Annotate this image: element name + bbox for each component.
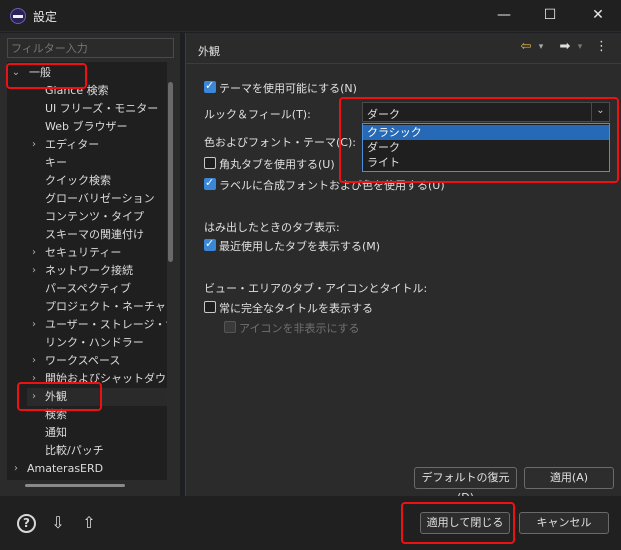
show-recent-tabs-label[interactable]: 最近使用したタブを表示する(M) [219,238,380,254]
show-recent-tabs-checkbox[interactable] [204,237,216,251]
show-full-title-checkbox[interactable] [204,301,216,313]
label-font-color-label[interactable]: ラベルに合成フォントおよび色を使用する(U) [219,177,445,193]
back-arrow-icon[interactable]: ⇦ [518,39,534,57]
enable-theme-label[interactable]: テーマを使用可能にする(N) [219,80,357,96]
chevron-right-icon[interactable]: › [29,388,39,406]
tree-item-security[interactable]: › セキュリティー [27,244,167,262]
window-title: 設定 [33,10,58,24]
filter-input[interactable] [7,38,174,58]
tree-item-label: ユーザー・ストレージ・サー [45,318,167,331]
rounded-tabs-label[interactable]: 角丸タブを使用する(U) [219,156,335,172]
tree-item-perspectives[interactable]: パースペクティブ [45,280,131,298]
tree-item-glance-search[interactable]: Glance 検索 [45,82,109,100]
header-separator [186,63,621,64]
help-icon[interactable]: ? [17,514,36,533]
minimize-button[interactable]: — [481,0,527,32]
tree-item-ui-freeze-monitor[interactable]: UI フリーズ・モニター [45,100,158,118]
enable-theme-checkbox[interactable] [204,79,216,93]
apply-and-close-button[interactable]: 適用して閉じる [420,512,510,534]
tree-item-project-natures[interactable]: プロジェクト・ネーチャー [45,298,167,316]
tree-item-search[interactable]: 検索 [45,406,67,424]
tree-item-schema-associations[interactable]: スキーマの関連付け [45,226,144,244]
appearance-page: 外観 ⇦ ▾ ➡ ▾ ⋮ テーマを使用可能にする(N) ルック＆フィール(T):… [186,33,621,504]
tree-item-label: 一般 [29,66,51,79]
restore-defaults-button[interactable]: デフォルトの復元(D) [414,467,517,504]
close-button[interactable]: ✕ [575,0,621,32]
tree-item-label: エディター [45,138,100,151]
option-light[interactable]: ライト [363,155,609,170]
hide-icons-checkbox [224,321,236,333]
apply-button[interactable]: 適用(A) [524,467,614,489]
chevron-right-icon[interactable]: › [29,136,39,154]
look-and-feel-select[interactable]: ダーク ⌄ [362,102,610,122]
maximize-button[interactable]: ☐ [527,0,573,32]
tree-vertical-scrollbar[interactable] [167,62,174,480]
dialog-button-bar: ? ⇩ ⇧ 適用して閉じる キャンセル [0,496,621,550]
tree-item-label: 開始およびシャットダウン [45,372,167,385]
forward-arrow-icon[interactable]: ➡ [557,39,573,57]
tree-item-startup-shutdown[interactable]: › 開始およびシャットダウン [27,370,167,388]
option-dark[interactable]: ダーク [363,140,609,155]
scrollbar-thumb[interactable] [168,82,173,262]
tree-item-compare-patch[interactable]: 比較/パッチ [45,442,104,460]
label-font-color-checkbox[interactable] [204,176,216,190]
look-and-feel-dropdown-list: クラシック ダーク ライト [362,123,610,172]
eclipse-app-icon [10,8,26,24]
option-classic[interactable]: クラシック [363,125,609,140]
tab-overflow-heading: はみ出したときのタブ表示: [204,221,340,234]
back-history-dropdown-icon[interactable]: ▾ [536,42,546,60]
tree-item-editor[interactable]: › エディター [27,136,167,154]
import-preferences-icon[interactable]: ⇩ [47,513,69,533]
tree-item-label: AmaterasERD [27,462,104,475]
tree-item-workspace[interactable]: › ワークスペース [27,352,167,370]
page-title: 外観 [198,45,220,58]
tree-item-label: セキュリティー [45,246,122,259]
tree-item-quick-search[interactable]: クイック検索 [45,172,111,190]
chevron-right-icon[interactable]: › [29,352,39,370]
view-menu-icon[interactable]: ⋮ [595,39,608,57]
tree-item-notifications[interactable]: 通知 [45,424,67,442]
show-full-title-label[interactable]: 常に完全なタイトルを表示する [219,300,373,316]
chevron-right-icon[interactable]: › [29,262,39,280]
look-and-feel-value: ダーク [367,108,400,121]
tree-item-network-connections[interactable]: › ネットワーク接続 [27,262,167,280]
preferences-sidebar: ⌄ 一般 Glance 検索 UI フリーズ・モニター Web ブラウザー › … [0,33,180,496]
cancel-button[interactable]: キャンセル [519,512,609,534]
tree-item-link-handlers[interactable]: リンク・ハンドラー [45,334,144,352]
tree-horizontal-scrollbar[interactable] [7,480,167,490]
tree-item-keys[interactable]: キー [45,154,67,172]
scrollbar-thumb[interactable] [25,484,125,487]
chevron-down-icon[interactable]: ⌄ [591,103,609,121]
color-font-theme-label: 色およびフォント・テーマ(C): [204,136,356,149]
view-area-heading: ビュー・エリアのタブ・アイコンとタイトル: [204,282,428,295]
chevron-right-icon[interactable]: › [29,370,39,388]
chevron-right-icon[interactable]: › [11,460,21,478]
chevron-down-icon[interactable]: ⌄ [11,64,21,82]
tree-item-general[interactable]: ⌄ 一般 [9,64,159,82]
tree-item-label: 外観 [45,390,67,403]
title-bar: 設定 — ☐ ✕ [0,0,621,32]
tree-item-label: ネットワーク接続 [45,264,133,277]
preferences-tree: ⌄ 一般 Glance 検索 UI フリーズ・モニター Web ブラウザー › … [7,62,167,480]
forward-history-dropdown-icon[interactable]: ▾ [575,42,585,60]
chevron-right-icon[interactable]: › [29,316,39,334]
tree-item-appearance[interactable]: › 外観 [27,388,167,406]
export-preferences-icon[interactable]: ⇧ [78,513,100,533]
look-and-feel-label: ルック＆フィール(T): [204,108,311,121]
chevron-right-icon[interactable]: › [29,244,39,262]
tree-item-user-storage[interactable]: › ユーザー・ストレージ・サー [27,316,167,334]
tree-item-globalization[interactable]: グローバリゼーション [45,190,155,208]
hide-icons-label: アイコンを非表示にする [239,322,360,335]
tree-item-content-types[interactable]: コンテンツ・タイプ [45,208,144,226]
rounded-tabs-checkbox[interactable] [204,157,216,169]
tree-item-label: ワークスペース [45,354,121,367]
tree-item-web-browser[interactable]: Web ブラウザー [45,118,127,136]
tree-item-amateraserd[interactable]: › AmaterasERD [9,460,159,478]
